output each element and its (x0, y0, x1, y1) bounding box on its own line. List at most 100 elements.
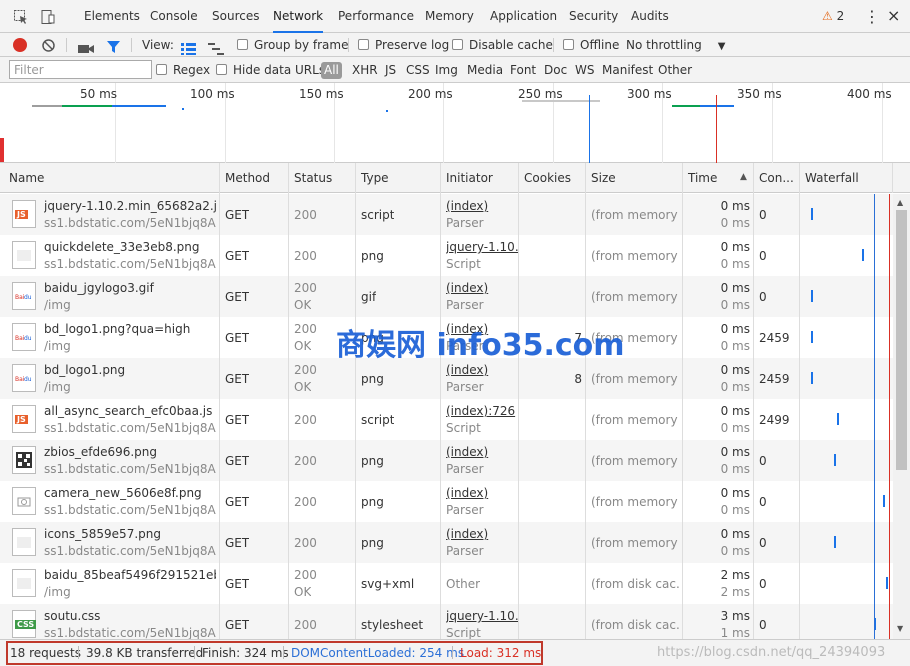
table-row[interactable]: JS jquery-1.10.2.min_65682a2.js ss1.bdstat… (0, 194, 893, 235)
table-scrollbar[interactable]: ▲ ▼ (893, 194, 910, 639)
request-name[interactable]: bd_logo1.png?qua=high (44, 322, 216, 336)
filter-type-js[interactable]: JS (385, 57, 396, 83)
filter-type-xhr[interactable]: XHR (352, 57, 378, 83)
waterfall-bar (833, 536, 836, 548)
column-header-size[interactable]: Size (586, 163, 683, 193)
request-time: 0 ms (720, 486, 750, 500)
filter-type-media[interactable]: Media (467, 57, 503, 83)
request-connection-id: 0 (759, 577, 767, 591)
tab-memory[interactable]: Memory (425, 0, 474, 33)
request-initiator-link[interactable]: (index) (446, 363, 518, 377)
request-name[interactable]: soutu.css (44, 609, 216, 623)
file-type-label: CSS (15, 620, 37, 629)
request-domain: ss1.bdstatic.com/5eN1bjq8AA... (44, 544, 216, 558)
request-initiator-link[interactable]: (index) (446, 486, 518, 500)
request-method: GET (225, 372, 250, 386)
table-row[interactable]: JS all_async_search_efc0baa.js ss1.bdstati… (0, 399, 893, 440)
scroll-down-icon[interactable]: ▼ (897, 624, 903, 633)
table-row[interactable]: baidu_85beaf5496f291521eb7... /img GET 200 O… (0, 563, 893, 604)
column-header-status[interactable]: Status (289, 163, 356, 193)
table-row[interactable]: quickdelete_33e3eb8.png ss1.bdstatic.com/… (0, 235, 893, 276)
tab-network[interactable]: Network (273, 0, 324, 33)
record-icon[interactable] (13, 38, 27, 52)
request-name[interactable]: camera_new_5606e8f.png (44, 486, 216, 500)
table-row[interactable]: Bai du bd_logo1.png/img GET 200 OK png (index) P… (0, 358, 893, 399)
request-initiator-type: Parser (446, 380, 484, 394)
table-row[interactable]: Bai du baidu_jgylogo3.gif/img GET 200 OK gif (i… (0, 276, 893, 317)
request-connection-id: 2459 (759, 372, 790, 386)
request-name[interactable]: quickdelete_33e3eb8.png (44, 240, 216, 254)
request-name[interactable]: baidu_85beaf5496f291521eb7... (44, 568, 216, 582)
request-size: (from disk cac... (591, 577, 681, 591)
customize-menu-icon[interactable]: ⋮ (864, 7, 880, 26)
offline-checkbox[interactable]: Offline (563, 33, 619, 57)
filter-type-font[interactable]: Font (510, 57, 536, 83)
request-initiator-link[interactable]: jquery-1.10... (446, 240, 518, 254)
group-by-frame-checkbox[interactable]: Group by frame (237, 33, 348, 57)
request-domain: ss1.bdstatic.com/5eN1bjq8AA... (44, 462, 216, 476)
requests-count: 18 requests (10, 646, 81, 660)
request-time: 2 ms (720, 568, 750, 582)
request-time: 0 ms (720, 322, 750, 336)
request-name[interactable]: all_async_search_efc0baa.js (44, 404, 216, 418)
request-initiator-link[interactable]: (index) (446, 199, 518, 213)
request-initiator-link[interactable]: (index):726 (446, 404, 518, 418)
column-header-method[interactable]: Method (220, 163, 289, 193)
tab-sources[interactable]: Sources (212, 0, 259, 33)
filter-type-css[interactable]: CSS (406, 57, 430, 83)
throttling-select[interactable]: No throttling ▼ (626, 33, 725, 57)
preserve-log-checkbox[interactable]: Preserve log (358, 33, 449, 57)
column-header-initiator[interactable]: Initiator (441, 163, 519, 193)
warnings-counter[interactable]: ⚠ 2 (822, 9, 844, 23)
column-header-con[interactable]: Con... (754, 163, 800, 193)
request-initiator-link[interactable]: (index) (446, 445, 518, 459)
sort-ascending-icon[interactable]: ▲ (740, 172, 747, 182)
request-initiator-type: Parser (446, 298, 484, 312)
filter-type-doc[interactable]: Doc (544, 57, 567, 83)
request-domain: ss1.bdstatic.com/5eN1bjq8AA... (44, 257, 216, 271)
filter-input[interactable] (9, 60, 152, 79)
filter-type-manifest[interactable]: Manifest (602, 57, 653, 83)
column-header-name[interactable]: Name (4, 163, 220, 193)
column-header-type[interactable]: Type (356, 163, 441, 193)
filter-type-all[interactable]: All (321, 62, 342, 79)
timeline-overview[interactable]: 50 ms 100 ms 150 ms 200 ms 250 ms 300 ms 350 m… (0, 83, 910, 163)
svg-file-icon (12, 569, 36, 597)
table-row[interactable]: CSS soutu.css ss1.bdstatic.com/5eN1bjq8AA.… (0, 604, 893, 639)
column-divider (799, 163, 800, 639)
inspect-element-icon[interactable] (13, 9, 29, 25)
column-header-waterfall[interactable]: Waterfall (800, 163, 893, 193)
request-initiator-link[interactable]: (index) (446, 281, 518, 295)
scroll-up-icon[interactable]: ▲ (897, 198, 903, 207)
request-name[interactable]: zbios_efde696.png (44, 445, 216, 459)
request-name[interactable]: bd_logo1.png (44, 363, 216, 377)
tab-application[interactable]: Application (490, 0, 557, 33)
regex-checkbox[interactable]: Regex (156, 57, 210, 83)
overview-tick-label: 400 ms (847, 87, 892, 101)
close-icon[interactable]: × (887, 6, 900, 25)
request-initiator-link[interactable]: (index) (446, 527, 518, 541)
request-initiator-link[interactable]: jquery-1.10... (446, 609, 518, 623)
tab-performance[interactable]: Performance (338, 0, 414, 33)
hide-data-urls-checkbox[interactable]: Hide data URLs (216, 57, 325, 83)
filter-type-img[interactable]: Img (435, 57, 458, 83)
table-row[interactable]: zbios_efde696.png ss1.bdstatic.com/5eN1bj… (0, 440, 893, 481)
tab-security[interactable]: Security (569, 0, 618, 33)
scroll-thumb[interactable] (896, 210, 907, 470)
overview-resize-handle[interactable] (0, 138, 4, 162)
table-row[interactable]: icons_5859e57.png ss1.bdstatic.com/5eN1bj… (0, 522, 893, 563)
filter-type-other[interactable]: Other (658, 57, 692, 83)
request-name[interactable]: jquery-1.10.2.min_65682a2.js (44, 199, 216, 213)
tab-elements[interactable]: Elements (84, 0, 140, 33)
column-header-cookies[interactable]: Cookies (519, 163, 586, 193)
request-name[interactable]: icons_5859e57.png (44, 527, 216, 541)
tab-console[interactable]: Console (150, 0, 198, 33)
disable-cache-checkbox[interactable]: Disable cache (452, 33, 553, 57)
table-row[interactable]: camera_new_5606e8f.png ss1.bdstatic.com/5… (0, 481, 893, 522)
device-toolbar-icon[interactable] (40, 9, 56, 25)
tab-audits[interactable]: Audits (631, 0, 669, 33)
request-name[interactable]: baidu_jgylogo3.gif (44, 281, 216, 295)
filter-type-ws[interactable]: WS (575, 57, 594, 83)
load-event-line (716, 95, 717, 163)
request-latency: 0 ms (720, 544, 750, 558)
